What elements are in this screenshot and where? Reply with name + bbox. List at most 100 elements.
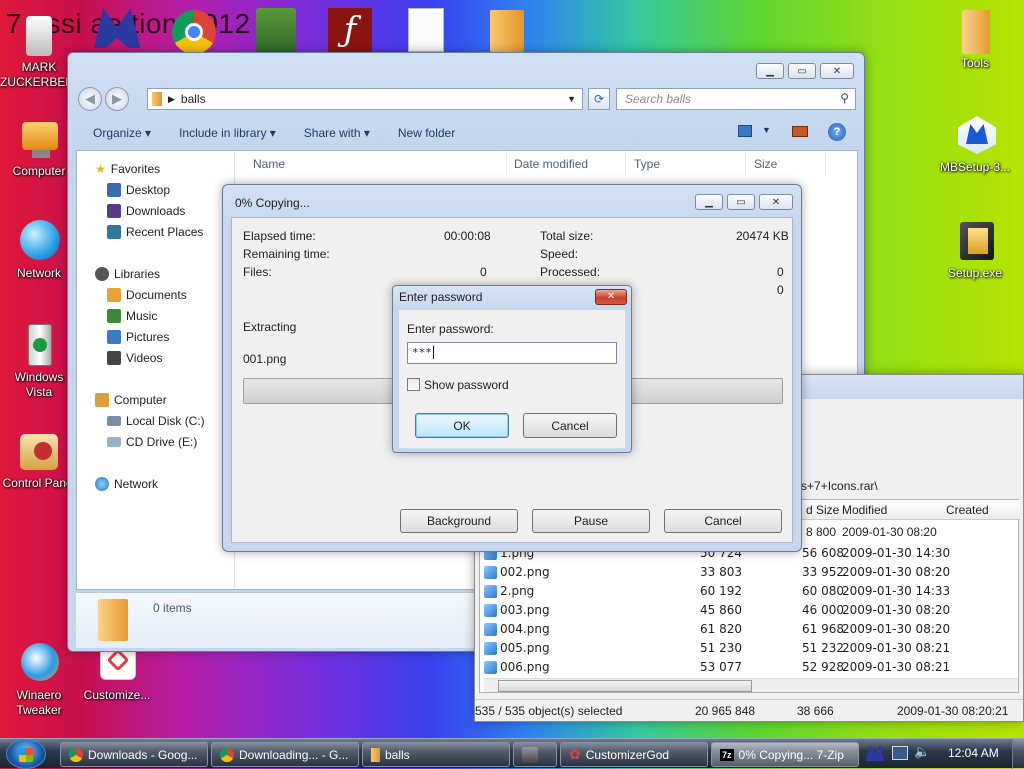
horizontal-scrollbar[interactable] bbox=[484, 678, 1018, 692]
network-tray-icon[interactable] bbox=[892, 746, 908, 760]
hard-disk-icon bbox=[107, 416, 121, 426]
view-options-icon[interactable] bbox=[738, 125, 752, 137]
table-row[interactable]: 2.png 60 192 60 080 2009-01-30 14:33 bbox=[480, 582, 1018, 601]
address-bar[interactable]: ▶ balls ▼ bbox=[147, 88, 583, 110]
packed-size-cell: 60 080 bbox=[802, 584, 844, 598]
taskbar-button-downloading-chrome[interactable]: Downloading... - G... bbox=[211, 742, 359, 767]
nav-network[interactable]: Network bbox=[95, 474, 158, 494]
table-row[interactable]: 002.png 33 803 33 952 2009-01-30 08:20 bbox=[480, 563, 1018, 582]
background-button[interactable]: Background bbox=[400, 509, 518, 533]
status-date: 2009-01-30 08:20:21 bbox=[897, 704, 1009, 718]
show-password-label[interactable]: Show password bbox=[424, 378, 509, 392]
desktop-icon-label: Setup.exe bbox=[947, 266, 1003, 280]
nav-downloads[interactable]: Downloads bbox=[107, 201, 185, 221]
chevron-down-icon[interactable]: ▼ bbox=[567, 94, 576, 104]
folder-shortcut-icon[interactable] bbox=[490, 10, 524, 52]
archive-path: s+7+Icons.rar\ bbox=[801, 479, 878, 493]
desktop-icon-winaero-tweaker[interactable]: Winaero Tweaker bbox=[0, 640, 78, 718]
clock[interactable]: 12:04 AM bbox=[948, 746, 999, 760]
malwarebytes-tray-icon[interactable] bbox=[866, 745, 884, 761]
packed-size-cell: 33 952 bbox=[802, 565, 844, 579]
nav-pictures[interactable]: Pictures bbox=[107, 327, 169, 347]
preview-pane-icon[interactable] bbox=[792, 126, 808, 137]
archive-shortcut-icon[interactable] bbox=[256, 8, 296, 52]
ok-button[interactable]: OK bbox=[415, 413, 509, 438]
nav-documents[interactable]: Documents bbox=[107, 285, 187, 305]
refresh-icon[interactable]: ⟳ bbox=[588, 88, 610, 110]
packed-size-cell: 51 232 bbox=[802, 641, 844, 655]
nav-cd-drive[interactable]: CD Drive (E:) bbox=[107, 432, 197, 452]
taskbar-button-customizergod[interactable]: ✿ CustomizerGod bbox=[560, 742, 708, 767]
desktop-icon-setup-exe[interactable]: Setup.exe bbox=[936, 218, 1014, 281]
nav-libraries[interactable]: Libraries bbox=[95, 264, 160, 284]
modified-cell: 2009-01-30 08:20 bbox=[842, 603, 951, 617]
enter-password-dialog[interactable]: Enter password ✕ Enter password: *** Sho… bbox=[392, 285, 632, 453]
column-header-date-modified[interactable]: Date modified bbox=[506, 151, 626, 175]
remaining-time-label: Remaining time: bbox=[243, 247, 330, 261]
elapsed-time-value: 00:00:08 bbox=[444, 229, 491, 243]
desktop-icon-mbsetup[interactable]: MBSetup-3... bbox=[936, 112, 1014, 175]
back-button[interactable]: ◀ bbox=[78, 87, 102, 111]
table-row[interactable]: 004.png 61 820 61 968 2009-01-30 08:20 bbox=[480, 620, 1018, 639]
pause-button[interactable]: Pause bbox=[532, 509, 650, 533]
password-input[interactable]: *** bbox=[407, 342, 617, 364]
taskbar-button-downloads-chrome[interactable]: Downloads - Goog... bbox=[60, 742, 208, 767]
desktop-icon-tools[interactable]: Tools bbox=[936, 8, 1014, 71]
table-row[interactable]: 006.png 53 077 52 928 2009-01-30 08:21 bbox=[480, 658, 1018, 677]
column-header-name[interactable]: Name bbox=[245, 151, 507, 175]
maximize-button[interactable]: ▭ bbox=[788, 63, 816, 79]
nav-recent-places[interactable]: Recent Places bbox=[107, 222, 203, 242]
size-cell: 45 860 bbox=[700, 603, 742, 617]
taskbar-button-7zip-copying[interactable]: 7z 0% Copying... 7-Zip bbox=[711, 742, 859, 767]
column-header-modified[interactable]: Modified bbox=[842, 503, 887, 517]
column-header-packed-size[interactable]: d Size bbox=[806, 503, 839, 517]
image-file-icon bbox=[484, 566, 497, 579]
modified-cell: 2009-01-30 08:21 bbox=[842, 641, 951, 655]
close-button[interactable]: ✕ bbox=[595, 289, 627, 305]
table-row[interactable]: 005.png 51 230 51 232 2009-01-30 08:21 bbox=[480, 639, 1018, 658]
chevron-down-icon[interactable]: ▼ bbox=[762, 125, 771, 135]
help-icon[interactable]: ? bbox=[828, 123, 846, 141]
column-header-created[interactable]: Created bbox=[946, 503, 989, 517]
chrome-icon bbox=[220, 747, 234, 762]
share-with-button[interactable]: Share with ▾ bbox=[304, 126, 370, 140]
show-password-checkbox[interactable] bbox=[407, 378, 420, 391]
maximize-button[interactable]: ▭ bbox=[727, 194, 755, 210]
minimize-button[interactable]: ▁ bbox=[756, 63, 784, 79]
close-button[interactable]: ✕ bbox=[759, 194, 793, 210]
new-folder-button[interactable]: New folder bbox=[398, 126, 455, 140]
desktop-icon-label: Customize... bbox=[83, 688, 151, 702]
minimize-button[interactable]: ▁ bbox=[695, 194, 723, 210]
nav-local-disk[interactable]: Local Disk (C:) bbox=[107, 411, 205, 431]
nav-videos[interactable]: Videos bbox=[107, 348, 162, 368]
show-desktop-button[interactable] bbox=[1012, 739, 1024, 769]
cancel-button[interactable]: Cancel bbox=[523, 413, 617, 438]
nav-favorites[interactable]: ★ Favorites bbox=[95, 159, 160, 179]
taskbar-button-archive[interactable] bbox=[513, 742, 557, 767]
close-button[interactable]: ✕ bbox=[820, 63, 854, 79]
include-in-library-button[interactable]: Include in library ▾ bbox=[179, 126, 276, 140]
column-header-type[interactable]: Type bbox=[626, 151, 746, 175]
search-input[interactable]: Search balls ⚲ bbox=[616, 88, 856, 110]
volume-icon[interactable]: 🔈 bbox=[914, 745, 930, 760]
flash-shortcut-icon[interactable]: ƒ bbox=[328, 8, 372, 52]
organize-button[interactable]: Organize ▾ bbox=[93, 126, 151, 140]
file-name-cell: 2.png bbox=[500, 584, 535, 598]
star-icon: ★ bbox=[95, 162, 106, 176]
breadcrumb-balls[interactable]: balls bbox=[181, 92, 206, 106]
copy-caption-buttons: ▁ ▭ ✕ bbox=[695, 194, 793, 210]
forward-button[interactable]: ▶ bbox=[105, 87, 129, 111]
taskbar-button-balls[interactable]: balls bbox=[362, 742, 510, 767]
packed-size-cell: 52 928 bbox=[802, 660, 844, 674]
cancel-button[interactable]: Cancel bbox=[664, 509, 782, 533]
table-row[interactable]: 003.png 45 860 46 000 2009-01-30 08:20 bbox=[480, 601, 1018, 620]
document-shortcut-icon[interactable] bbox=[408, 8, 444, 52]
column-header-size[interactable]: Size bbox=[746, 151, 826, 175]
search-icon[interactable]: ⚲ bbox=[840, 91, 849, 105]
start-button[interactable] bbox=[6, 739, 46, 769]
nav-desktop[interactable]: Desktop bbox=[107, 180, 170, 200]
nav-music[interactable]: Music bbox=[107, 306, 157, 326]
scrollbar-thumb[interactable] bbox=[498, 680, 752, 692]
nav-computer[interactable]: Computer bbox=[95, 390, 167, 410]
chrome-shortcut-icon[interactable] bbox=[172, 10, 216, 54]
